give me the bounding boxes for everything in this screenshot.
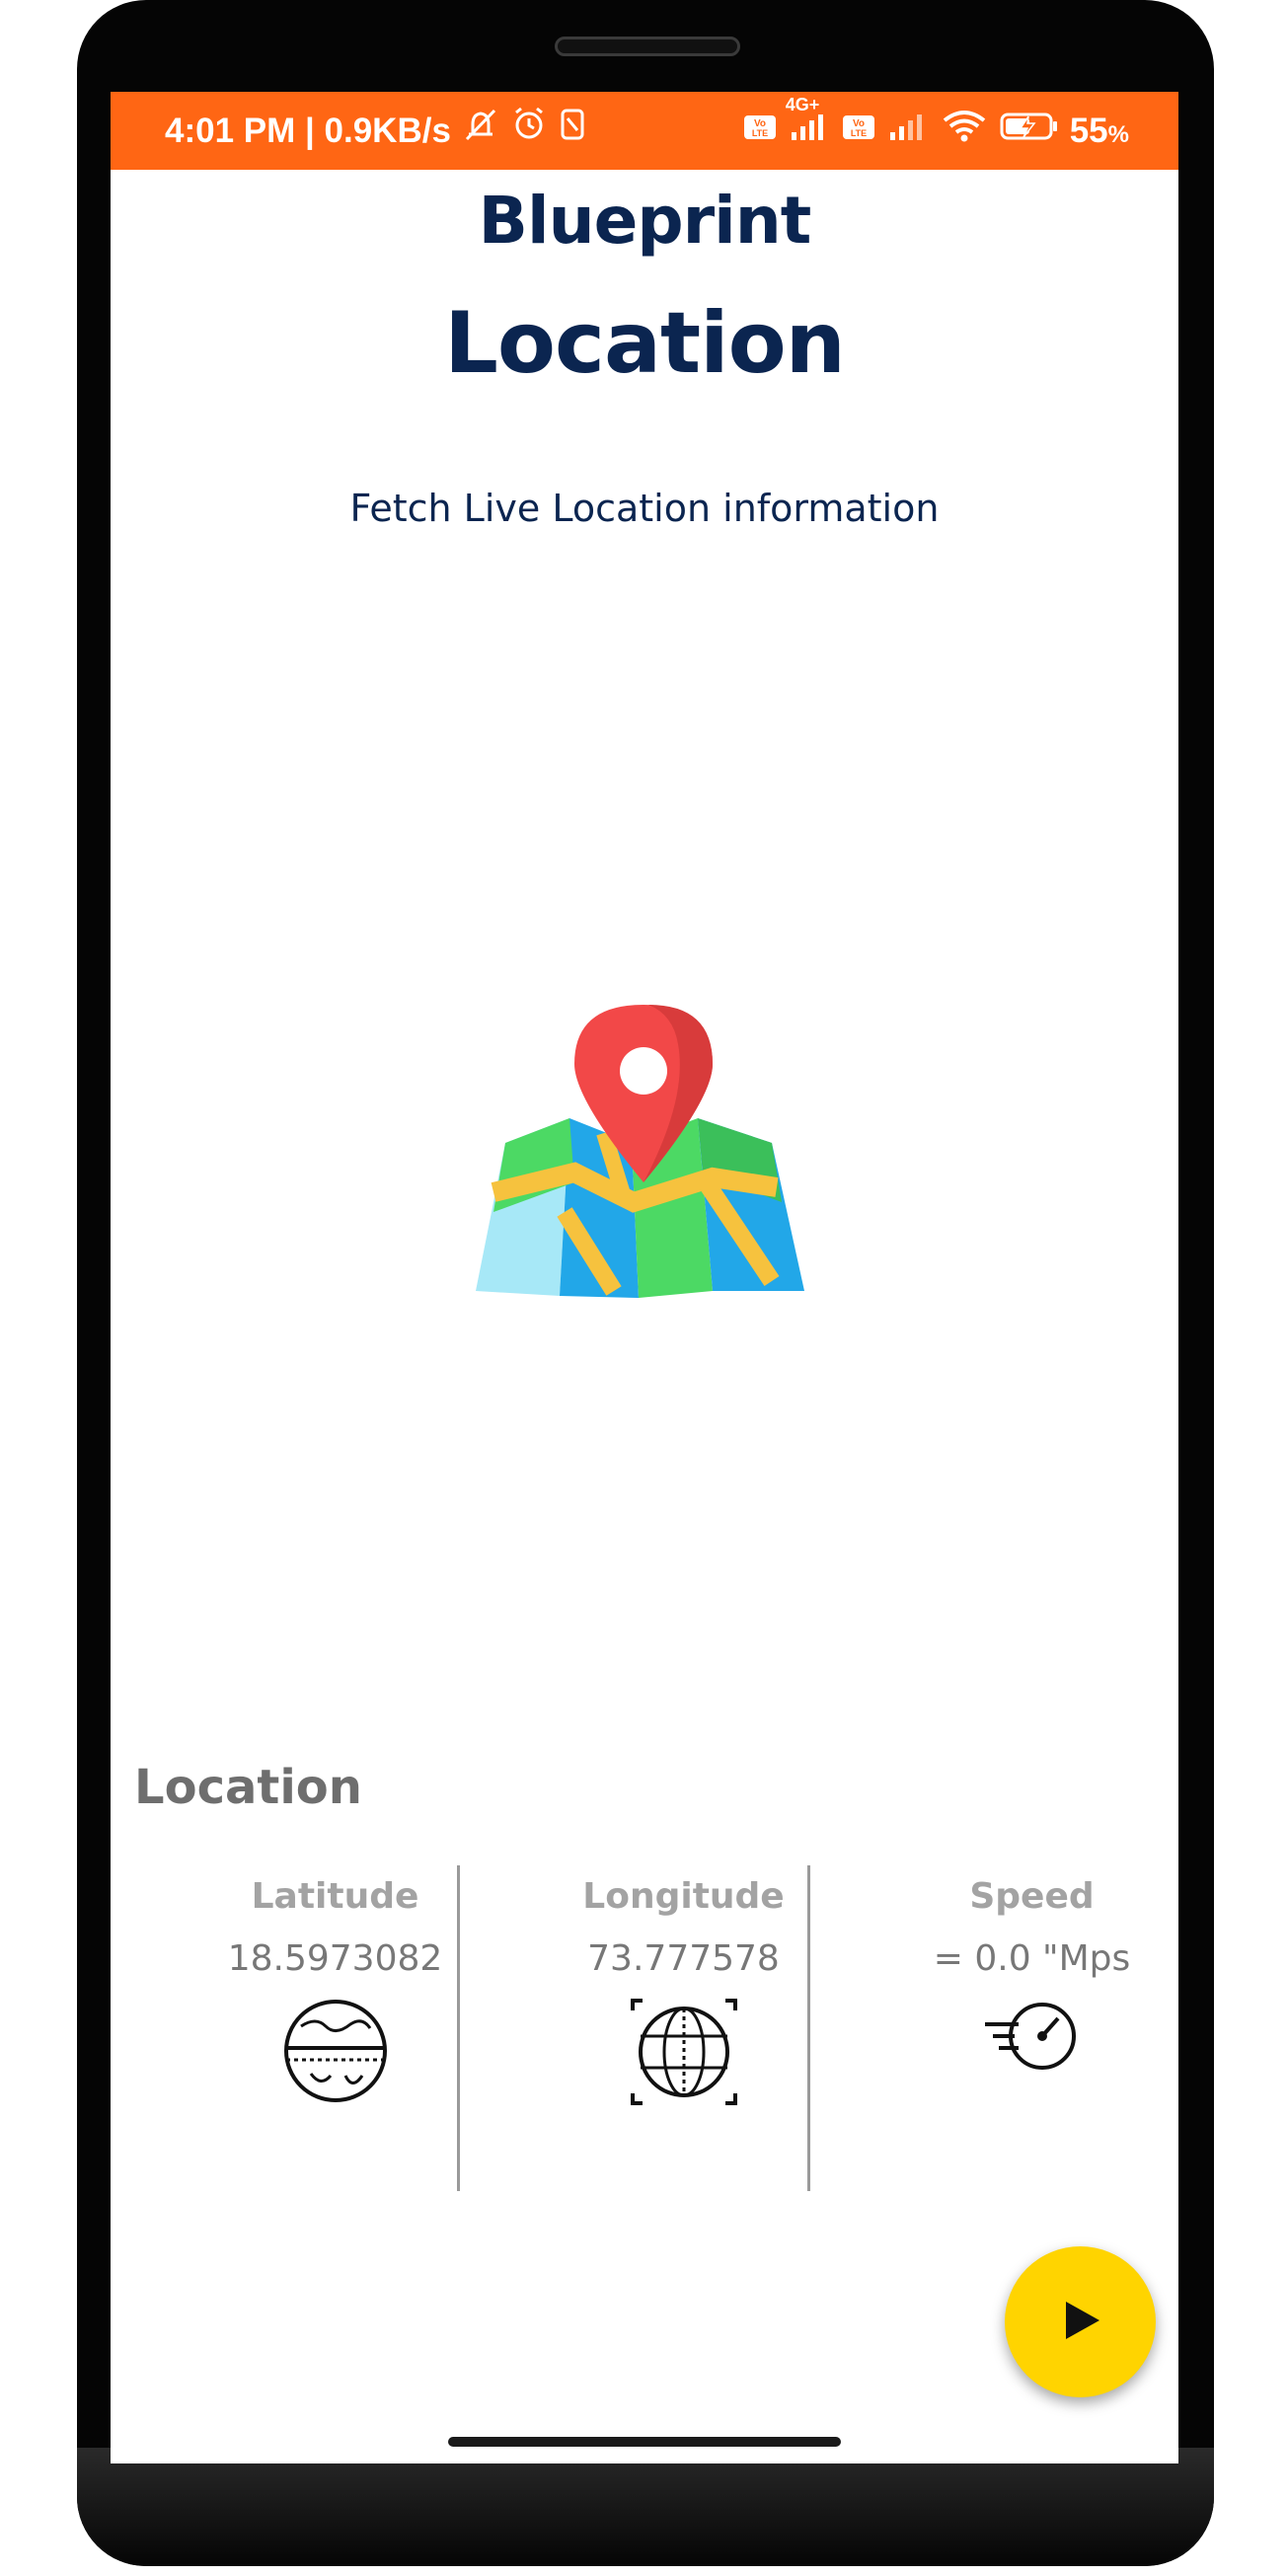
status-time-speed: 4:01 PM | 0.9KB/s xyxy=(165,112,451,150)
start-location-button[interactable] xyxy=(1005,2246,1156,2397)
speed-label: Speed xyxy=(969,1876,1095,1917)
mute-icon xyxy=(461,92,500,170)
wifi-icon xyxy=(940,109,989,153)
speed-card: Speed = 0.0 "Mps xyxy=(857,1858,1178,2184)
longitude-value: 73.777578 xyxy=(587,1938,780,1979)
page-subtitle: Fetch Live Location information xyxy=(349,487,940,530)
location-section-title: Location xyxy=(134,1760,362,1815)
volte-icon: Vo LTE xyxy=(841,112,876,151)
app-name: Blueprint xyxy=(478,183,812,259)
app-screen: 4:01 PM | 0.9KB/s Vo LTE 4G+ Vo LTE 55% … xyxy=(111,92,1178,2463)
speed-value: = 0.0 "Mps xyxy=(933,1938,1131,1979)
signal-icon: 4G+ xyxy=(786,95,831,153)
play-icon xyxy=(1058,2298,1103,2347)
page-title: Location xyxy=(444,294,846,393)
status-left: 4:01 PM | 0.9KB/s xyxy=(165,92,587,170)
speedometer-icon xyxy=(857,1997,1178,2080)
card-divider xyxy=(457,1865,460,2191)
longitude-card: Longitude 73.777578 xyxy=(508,1858,859,2184)
volte-icon: Vo LTE xyxy=(742,112,778,151)
status-bar: 4:01 PM | 0.9KB/s Vo LTE 4G+ Vo LTE 55% xyxy=(111,92,1178,170)
phone-frame-bottom xyxy=(77,2448,1214,2566)
svg-text:LTE: LTE xyxy=(851,128,867,138)
signal-icon xyxy=(886,109,930,153)
phone-speaker xyxy=(555,37,740,56)
status-right: Vo LTE 4G+ Vo LTE 55% xyxy=(732,92,1129,170)
nfc-icon xyxy=(558,92,587,170)
map-pin-icon xyxy=(476,1005,815,1301)
longitude-label: Longitude xyxy=(582,1876,785,1917)
home-indicator[interactable] xyxy=(448,2437,841,2447)
card-divider xyxy=(807,1865,810,2191)
battery-charging-icon xyxy=(999,110,1060,152)
svg-text:LTE: LTE xyxy=(752,128,768,138)
alarm-icon xyxy=(510,92,548,170)
globe-longitude-icon xyxy=(508,1997,859,2111)
battery-percent: 55% xyxy=(1069,111,1129,150)
network-type-label: 4G+ xyxy=(785,95,820,114)
